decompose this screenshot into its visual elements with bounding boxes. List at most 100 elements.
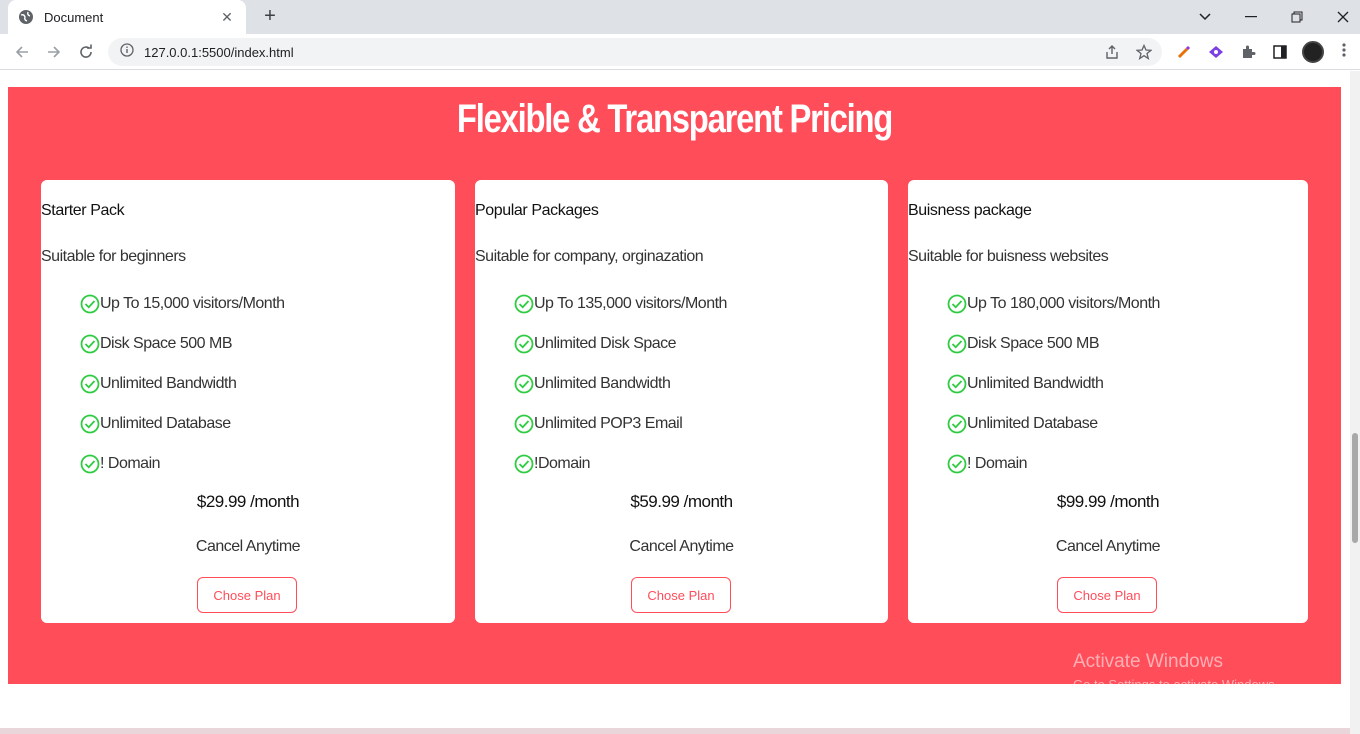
info-icon[interactable] — [120, 42, 134, 62]
plan-name: Starter Pack — [41, 202, 125, 219]
choose-plan-button[interactable]: Chose Plan — [197, 577, 297, 613]
plan-description: Suitable for beginners — [41, 248, 186, 265]
feature-text: !Domain — [534, 455, 591, 472]
plan-price: $99.99 /month — [1056, 492, 1160, 511]
watermark-title: Activate Windows — [1073, 651, 1223, 672]
feature-text: Up To 15,000 visitors/Month — [100, 295, 285, 312]
tab-close-icon[interactable]: ✕ — [218, 9, 236, 26]
feature-text: Unlimited Bandwidth — [100, 375, 237, 392]
feature-item: Up To 180,000 visitors/Month — [947, 284, 1160, 324]
feature-item: Up To 135,000 visitors/Month — [514, 284, 727, 324]
feature-item: Unlimited Bandwidth — [514, 364, 727, 404]
feature-text: Unlimited Database — [100, 415, 231, 432]
check-circle-icon — [514, 454, 534, 474]
feature-item: Unlimited Database — [80, 404, 285, 444]
windows-activation-watermark: Activate Windows Go to Settings to activ… — [1073, 651, 1278, 692]
choose-plan-button[interactable]: Chose Plan — [631, 577, 731, 613]
check-circle-icon — [947, 294, 967, 314]
browser-toolbar: 127.0.0.1:5500/index.html — [0, 34, 1360, 70]
check-circle-icon — [514, 414, 534, 434]
plan-name: Buisness package — [908, 202, 1032, 219]
scrollbar-thumb[interactable] — [1352, 433, 1358, 543]
feature-text: Unlimited Disk Space — [534, 335, 677, 352]
plan-description: Suitable for buisness websites — [908, 248, 1109, 265]
check-circle-icon — [514, 294, 534, 314]
extensions-puzzle-icon[interactable] — [1238, 42, 1258, 62]
restore-icon[interactable] — [1274, 0, 1320, 34]
check-circle-icon — [80, 374, 100, 394]
browser-tab-bar: Document ✕ + — [0, 0, 1360, 34]
feature-text: Up To 135,000 visitors/Month — [534, 295, 727, 312]
pricing-card-business: Buisness package Suitable for buisness w… — [908, 180, 1308, 623]
forward-icon[interactable] — [42, 40, 66, 64]
reload-icon[interactable] — [74, 40, 98, 64]
feature-item: Unlimited Disk Space — [514, 324, 727, 364]
tab-search-icon[interactable] — [1182, 0, 1228, 34]
pricing-card-starter: Starter Pack Suitable for beginners Up T… — [41, 180, 455, 623]
cancel-note: Cancel Anytime — [1055, 538, 1161, 555]
pricing-card-popular: Popular Packages Suitable for company, o… — [475, 180, 888, 623]
feature-text: ! Domain — [967, 455, 1028, 472]
page-scrollbar[interactable] — [1350, 71, 1360, 734]
feature-item: !Domain — [514, 444, 727, 484]
url-text[interactable]: 127.0.0.1:5500/index.html — [144, 45, 294, 60]
pricing-section: Flexible & Transparent Pricing Starter P… — [8, 87, 1341, 684]
back-icon[interactable] — [10, 40, 34, 64]
color-picker-extension-icon[interactable] — [1174, 42, 1194, 62]
plan-price: $29.99 /month — [196, 492, 300, 511]
check-circle-icon — [514, 374, 534, 394]
browser-tab[interactable]: Document ✕ — [8, 0, 246, 34]
feature-text: Unlimited Database — [967, 415, 1098, 432]
feature-text: Disk Space 500 MB — [967, 335, 1100, 352]
check-circle-icon — [947, 414, 967, 434]
check-circle-icon — [514, 334, 534, 354]
cancel-note: Cancel Anytime — [195, 538, 301, 555]
feature-item: Unlimited Database — [947, 404, 1160, 444]
feature-item: Unlimited Bandwidth — [80, 364, 285, 404]
check-circle-icon — [947, 334, 967, 354]
feature-list: Up To 15,000 visitors/Month Disk Space 5… — [80, 284, 285, 484]
address-bar[interactable]: 127.0.0.1:5500/index.html — [108, 38, 1162, 66]
feature-list: Up To 135,000 visitors/Month Unlimited D… — [514, 284, 727, 484]
profile-avatar[interactable] — [1302, 41, 1324, 63]
feature-item: ! Domain — [80, 444, 285, 484]
feature-text: Unlimited POP3 Email — [534, 415, 683, 432]
check-circle-icon — [80, 414, 100, 434]
share-icon[interactable] — [1102, 42, 1122, 62]
feature-text: Unlimited Bandwidth — [967, 375, 1104, 392]
feature-item: Disk Space 500 MB — [947, 324, 1160, 364]
minimize-icon[interactable] — [1228, 0, 1274, 34]
choose-plan-button[interactable]: Chose Plan — [1057, 577, 1157, 613]
extension-purple-icon[interactable] — [1206, 42, 1226, 62]
feature-text: ! Domain — [100, 455, 161, 472]
pricing-heading: Flexible & Transparent Pricing — [456, 97, 893, 141]
feature-item: ! Domain — [947, 444, 1160, 484]
cancel-note: Cancel Anytime — [629, 538, 734, 555]
background-strip — [0, 728, 1350, 734]
plan-description: Suitable for company, orginazation — [475, 248, 704, 265]
feature-item: Unlimited POP3 Email — [514, 404, 727, 444]
check-circle-icon — [947, 454, 967, 474]
page-viewport: Flexible & Transparent Pricing Starter P… — [0, 71, 1350, 734]
plan-price: $59.99 /month — [630, 492, 733, 511]
watermark-subtitle: Go to Settings to activate Windows. — [1073, 677, 1279, 692]
close-window-icon[interactable] — [1320, 0, 1360, 34]
feature-text: Disk Space 500 MB — [100, 335, 233, 352]
check-circle-icon — [80, 334, 100, 354]
check-circle-icon — [80, 454, 100, 474]
check-circle-icon — [80, 294, 100, 314]
plan-name: Popular Packages — [475, 202, 599, 219]
feature-text: Unlimited Bandwidth — [534, 375, 671, 392]
new-tab-button[interactable]: + — [258, 6, 282, 28]
check-circle-icon — [947, 374, 967, 394]
side-panel-icon[interactable] — [1270, 42, 1290, 62]
feature-text: Up To 180,000 visitors/Month — [967, 295, 1160, 312]
more-menu-icon[interactable] — [1336, 42, 1352, 62]
feature-item: Up To 15,000 visitors/Month — [80, 284, 285, 324]
feature-list: Up To 180,000 visitors/Month Disk Space … — [947, 284, 1160, 484]
tab-title: Document — [44, 9, 104, 25]
feature-item: Disk Space 500 MB — [80, 324, 285, 364]
globe-icon — [18, 9, 34, 25]
feature-item: Unlimited Bandwidth — [947, 364, 1160, 404]
bookmark-star-icon[interactable] — [1134, 42, 1154, 62]
